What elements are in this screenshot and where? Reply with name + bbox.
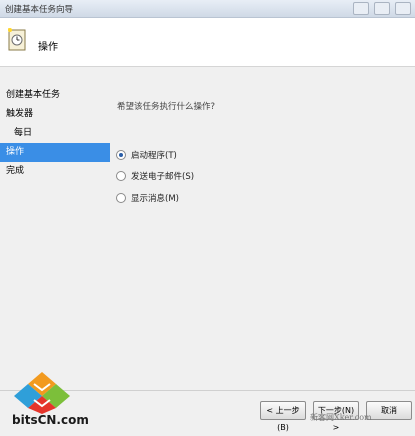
step-action[interactable]: 操作 (0, 143, 110, 162)
bitscn-logo-mark (14, 372, 70, 414)
close-button[interactable] (395, 2, 411, 15)
cancel-button[interactable]: 取消 (366, 401, 412, 420)
step-finish[interactable]: 完成 (0, 162, 110, 181)
site-watermark: 新客网Xker.com (310, 413, 372, 422)
step-daily[interactable]: 每日 (0, 124, 110, 143)
option-label: 显示消息(M) (131, 194, 179, 204)
bitscn-logo: bitsCN.com (12, 370, 89, 430)
option-label: 发送电子邮件(S) (131, 172, 195, 182)
title-bar: 创建基本任务向导 (0, 0, 415, 18)
option-show-message[interactable]: 显示消息(M) (116, 191, 179, 205)
maximize-button[interactable] (374, 2, 391, 15)
radio-send-email[interactable] (116, 171, 126, 181)
logo-text: bitsCN.com (12, 413, 89, 427)
step-create-basic-task[interactable]: 创建基本任务 (0, 86, 110, 105)
radio-show-message[interactable] (116, 193, 126, 203)
option-send-email[interactable]: 发送电子邮件(S) (116, 169, 194, 183)
wizard-header: 操作 (0, 18, 415, 67)
wizard-steps: 创建基本任务 触发器 每日 操作 完成 (0, 86, 110, 181)
step-trigger[interactable]: 触发器 (0, 105, 110, 124)
option-label: 启动程序(T) (131, 151, 177, 161)
window-title: 创建基本任务向导 (5, 5, 74, 15)
minimize-button[interactable] (353, 2, 370, 15)
task-wizard-icon (8, 28, 26, 51)
page-title: 操作 (38, 42, 58, 53)
radio-start-program[interactable] (116, 150, 126, 160)
option-start-program[interactable]: 启动程序(T) (116, 148, 177, 162)
back-button[interactable]: < 上一步(B) (260, 401, 306, 432)
window-controls (351, 2, 411, 18)
action-question: 希望该任务执行什么操作? (117, 102, 216, 112)
